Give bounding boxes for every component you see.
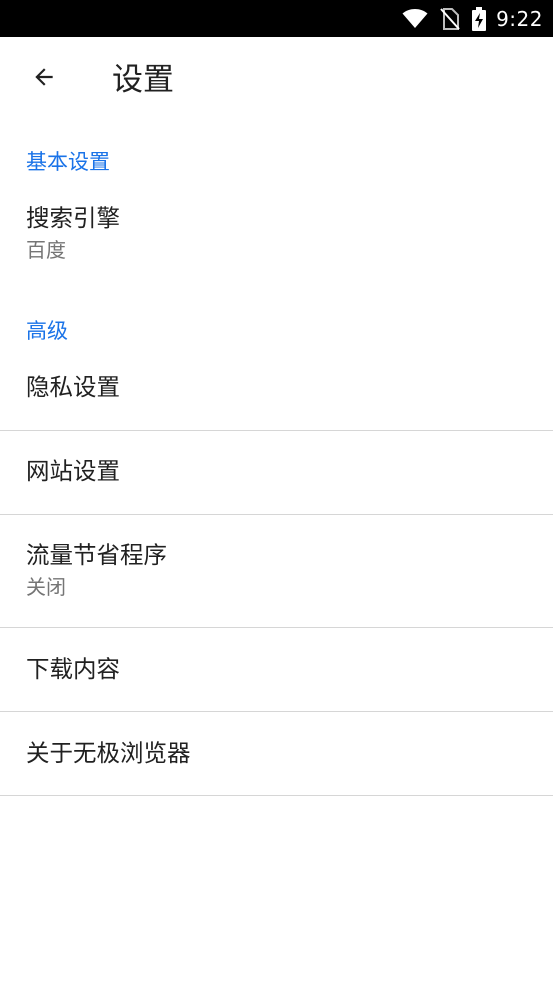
back-button[interactable]	[22, 57, 66, 101]
pref-site-settings[interactable]: 网站设置	[0, 431, 553, 514]
pref-summary: 百度	[26, 238, 66, 262]
pref-title: 关于无极浏览器	[26, 739, 191, 767]
pref-about[interactable]: 关于无极浏览器	[0, 712, 553, 795]
pref-downloads[interactable]: 下载内容	[0, 628, 553, 711]
wifi-icon	[402, 8, 428, 29]
arrow-back-icon	[31, 64, 57, 94]
divider	[0, 795, 553, 796]
pref-title: 搜索引擎	[26, 204, 120, 232]
section-header-basic: 基本设置	[26, 150, 110, 174]
pref-title: 下载内容	[26, 655, 120, 683]
pref-search-engine[interactable]: 搜索引擎 百度	[0, 190, 553, 280]
status-bar: 9:22	[0, 0, 553, 37]
pref-summary: 关闭	[26, 575, 66, 599]
pref-data-saver[interactable]: 流量节省程序 关闭	[0, 515, 553, 627]
app-bar: 设置	[0, 37, 553, 124]
pref-title: 隐私设置	[26, 373, 120, 401]
status-icons: 9:22	[402, 0, 543, 37]
battery-charging-icon	[472, 6, 487, 31]
pref-title: 网站设置	[26, 457, 120, 485]
page-title: 设置	[112, 62, 174, 98]
section-header-advanced: 高级	[26, 319, 68, 343]
pref-privacy-settings[interactable]: 隐私设置	[0, 350, 553, 430]
pref-title: 流量节省程序	[26, 541, 167, 569]
no-sim-icon	[440, 7, 460, 30]
status-time: 9:22	[496, 6, 543, 31]
